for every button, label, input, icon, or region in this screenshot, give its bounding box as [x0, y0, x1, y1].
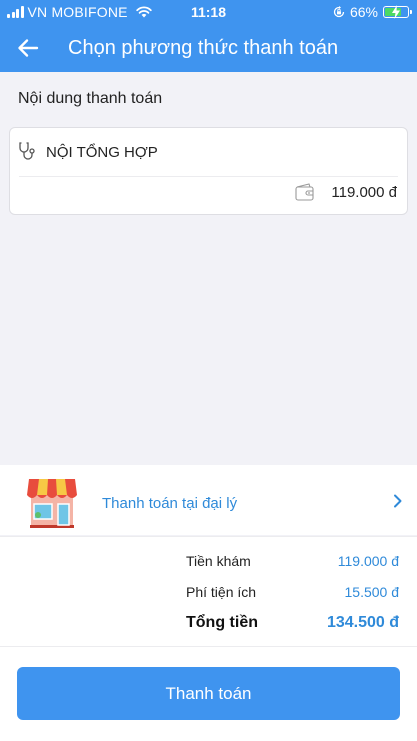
service-row: NỘI TỔNG HỢP: [18, 142, 158, 162]
total-value: 134.500 đ: [326, 614, 399, 631]
battery-percent: 66%: [349, 4, 378, 20]
exam-fee-row: Tiền khám 119.000 đ: [186, 553, 399, 569]
stethoscope-icon: [19, 142, 35, 160]
bottom-bar: Thanh toán: [0, 646, 417, 741]
service-price: 119.000 đ: [331, 183, 397, 201]
screen: VN MOBIFONE 11:18 66% Chọn phương thức t…: [0, 0, 417, 741]
charging-bolt-icon: [392, 5, 400, 19]
utility-fee-value: 15.500 đ: [344, 584, 400, 600]
service-card: NỘI TỔNG HỢP 119.000 đ: [9, 127, 408, 215]
pay-button[interactable]: Thanh toán: [17, 667, 400, 720]
utility-fee-label: Phí tiện ích: [186, 584, 257, 600]
utility-fee-row: Phí tiện ích 15.500 đ: [186, 584, 399, 600]
back-button[interactable]: [0, 24, 56, 72]
top-bar: VN MOBIFONE 11:18 66% Chọn phương thức t…: [0, 0, 417, 72]
card-divider: [19, 176, 398, 177]
wallet-icon: [295, 183, 314, 201]
total-row: Tổng tiền 134.500 đ: [186, 614, 399, 632]
store-icon: [27, 479, 77, 528]
chevron-right-icon: [394, 494, 402, 508]
section-title: Nội dung thanh toán: [18, 90, 163, 107]
app-header: Chọn phương thức thanh toán: [0, 24, 417, 72]
battery-icon: [383, 5, 412, 19]
rotation-lock-icon: [333, 6, 345, 18]
page-title: Chọn phương thức thanh toán: [68, 36, 339, 59]
service-price-row: 119.000 đ: [295, 183, 397, 201]
service-name: NỘI TỔNG HỢP: [46, 143, 158, 161]
total-label: Tổng tiền: [186, 614, 258, 631]
status-bar: VN MOBIFONE 11:18 66%: [0, 0, 417, 24]
payment-summary: Tiền khám 119.000 đ Phí tiện ích 15.500 …: [0, 536, 417, 646]
payment-method-label: Thanh toán tại đại lý: [102, 495, 238, 512]
exam-fee-value: 119.000 đ: [337, 553, 399, 569]
back-arrow-icon: [18, 39, 39, 57]
payment-method-agent[interactable]: Thanh toán tại đại lý: [0, 465, 417, 535]
status-right: 66%: [333, 4, 412, 20]
exam-fee-label: Tiền khám: [186, 553, 251, 569]
